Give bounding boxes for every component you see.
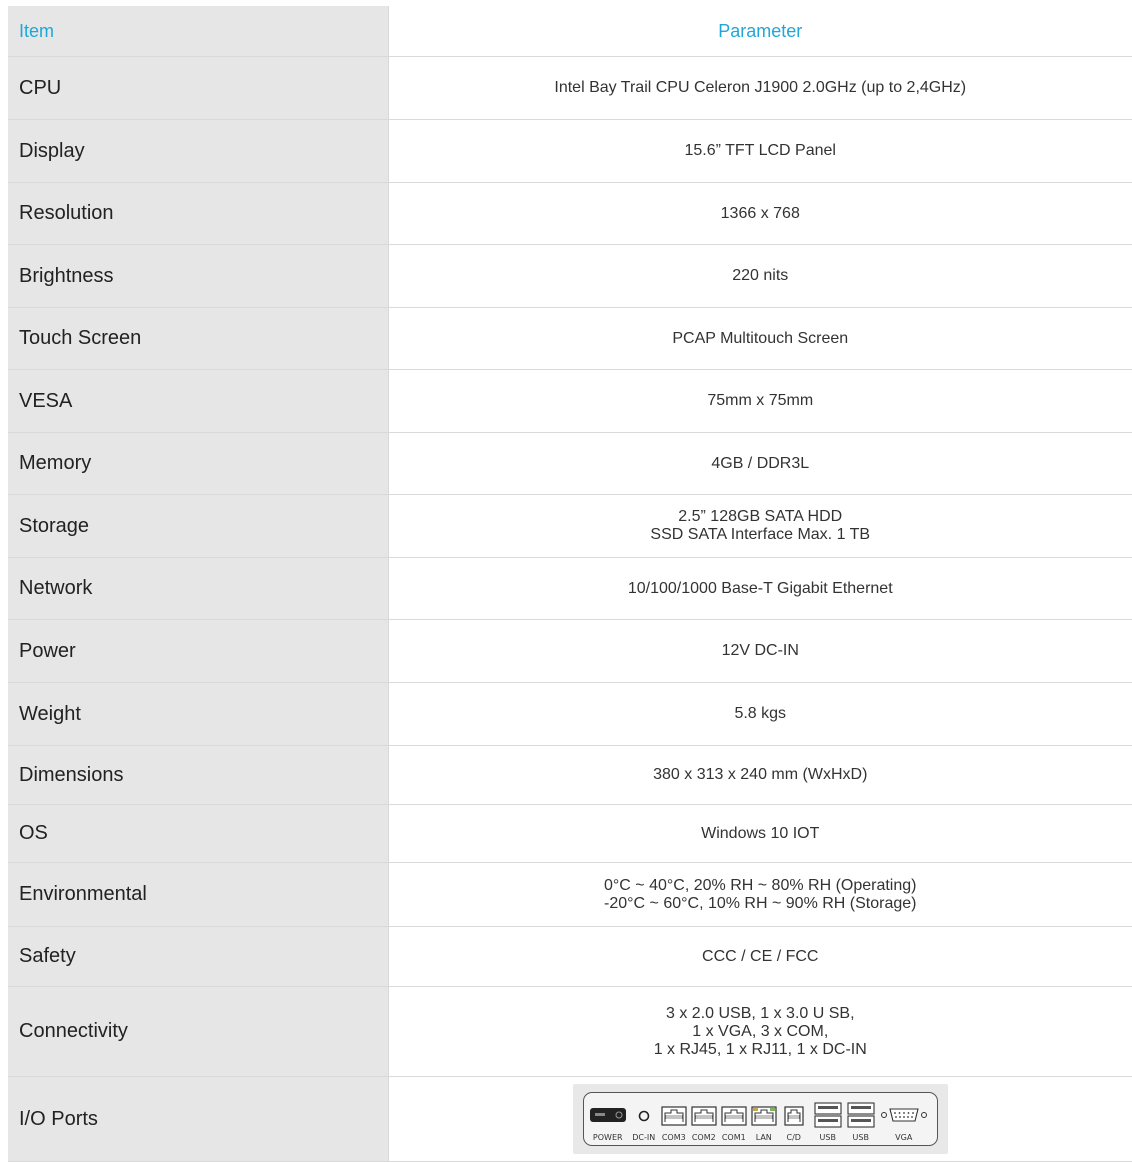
table-row-io-ports: I/O Ports POWER DC-IN COM3 COM2 COM1 LAN C/D USB… (8, 1076, 1132, 1162)
table-row: Dimensions 380 x 313 x 240 mm (WxHxD) (8, 745, 1132, 805)
table-row: Safety CCC / CE / FCC (8, 926, 1132, 987)
spec-parameter-line: 5.8 kgs (734, 705, 787, 722)
spec-parameter-line: Windows 10 IOT (701, 824, 820, 842)
spec-parameter-value: 3 x 2.0 USB, 1 x 3.0 U SB, 1 x VGA, 3 x C… (388, 986, 1132, 1077)
spec-parameter-line: 10/100/1000 Base-T Gigabit Ethernet (627, 579, 893, 597)
spec-item-label: Touch Screen (8, 307, 389, 370)
table-row: Power 12V DC-IN (8, 619, 1132, 683)
spec-item-label: Environmental (8, 862, 389, 927)
cash-drawer-port-icon (784, 1104, 804, 1131)
io-port-label: VGA (895, 1133, 913, 1142)
spec-parameter-line: 4GB / DDR3L (711, 454, 810, 472)
spec-parameter-value: CCC / CE / FCC (388, 926, 1132, 987)
spec-item-label: Safety (8, 926, 389, 987)
table-row: Resolution 1366 x 768 (8, 182, 1132, 245)
spec-parameter-value: 4GB / DDR3L (388, 432, 1132, 495)
spec-parameter-line: -20°C ~ 60°C, 10% RH ~ 90% RH (Storage) (604, 894, 917, 912)
spec-item-label: OS (8, 804, 389, 863)
spec-item-label: Resolution (8, 182, 389, 245)
spec-parameter-value: Intel Bay Trail CPU Celeron J1900 2.0GHz… (388, 56, 1132, 120)
spec-parameter-value: 12V DC-IN (388, 619, 1132, 683)
spec-parameter-value: 220 nits (388, 244, 1132, 308)
spec-item-label: CPU (8, 56, 389, 120)
spec-parameter-line: PCAP Multitouch Screen (672, 329, 849, 347)
spec-parameter-line: 2.5” 128GB SATA HDD (678, 508, 843, 525)
spec-parameter-value: 5.8 kgs (388, 682, 1132, 746)
spec-parameter-value: 0°C ~ 40°C, 20% RH ~ 80% RH (Operating) -… (388, 862, 1132, 927)
io-ports-back-plate: POWER DC-IN COM3 COM2 COM1 LAN C/D USB USB VGA (582, 1092, 938, 1146)
io-ports-panel-image: POWER DC-IN COM3 COM2 COM1 LAN C/D USB USB VGA (572, 1084, 948, 1154)
spec-parameter-line: 1366 x 768 (720, 204, 800, 222)
spec-item-label: Dimensions (8, 745, 389, 805)
spec-parameter-line: 75mm x 75mm (707, 392, 814, 409)
spec-item-label: Weight (8, 682, 389, 746)
power-switch-icon (589, 1107, 627, 1128)
spec-parameter-value: 1366 x 768 (388, 182, 1132, 245)
column-header-item: Item (8, 6, 389, 57)
table-row: OS Windows 10 IOT (8, 804, 1132, 863)
spec-parameter-line: 3 x 2.0 USB, 1 x 3.0 U SB, (665, 1004, 855, 1022)
spec-parameter-value: Windows 10 IOT (388, 804, 1132, 863)
table-row: Display 15.6” TFT LCD Panel (8, 119, 1132, 183)
table-row: Connectivity 3 x 2.0 USB, 1 x 3.0 U SB, 1 … (8, 986, 1132, 1077)
spec-item-label: Network (8, 557, 389, 620)
spec-item-label: VESA (8, 369, 389, 433)
spec-parameter-line: 1 x VGA, 3 x COM, (692, 1022, 829, 1040)
table-header-row: Item Parameter (8, 6, 1132, 57)
lan-port-icon (751, 1104, 777, 1131)
spec-item-label: I/O Ports (8, 1076, 389, 1162)
spec-parameter-line: SSD SATA Interface Max. 1 TB (650, 526, 871, 543)
spec-item-label: Storage (8, 494, 389, 558)
table-row: Memory 4GB / DDR3L (8, 432, 1132, 495)
spec-parameter-line: 15.6” TFT LCD Panel (684, 142, 836, 159)
spec-table-body: CPU Intel Bay Trail CPU Celeron J1900 2.0… (8, 56, 1132, 1162)
spec-item-label: Connectivity (8, 986, 389, 1077)
dc-in-jack-icon (638, 1109, 650, 1127)
vga-port-icon (880, 1106, 928, 1129)
spec-table: Item Parameter CPU Intel Bay Trail CPU Ce… (8, 6, 1132, 1162)
table-row: Environmental 0°C ~ 40°C, 20% RH ~ 80% RH… (8, 862, 1132, 927)
column-header-parameter: Parameter (388, 6, 1132, 57)
spec-item-label: Memory (8, 432, 389, 495)
com-port-icon (661, 1104, 687, 1131)
spec-parameter-value: 2.5” 128GB SATA HDD SSD SATA Interface Ma… (388, 494, 1132, 558)
com-port-icon (721, 1104, 747, 1131)
spec-item-label: Brightness (8, 244, 389, 308)
spec-parameter-line: 12V DC-IN (721, 642, 799, 659)
spec-parameter-line: Intel Bay Trail CPU Celeron J1900 2.0GHz… (554, 79, 967, 96)
spec-parameter-line: CCC / CE / FCC (702, 947, 819, 965)
spec-parameter-line: 1 x RJ45, 1 x RJ11, 1 x DC-IN (653, 1040, 867, 1058)
table-row: Storage 2.5” 128GB SATA HDD SSD SATA Inter… (8, 494, 1132, 558)
spec-parameter-line: 220 nits (732, 267, 789, 284)
spec-parameter-value: 75mm x 75mm (388, 369, 1132, 433)
spec-item-label: Display (8, 119, 389, 183)
table-row: Weight 5.8 kgs (8, 682, 1132, 746)
table-row: CPU Intel Bay Trail CPU Celeron J1900 2.0… (8, 56, 1132, 120)
table-row: Network 10/100/1000 Base-T Gigabit Ethern… (8, 557, 1132, 620)
table-row: Brightness 220 nits (8, 244, 1132, 308)
spec-parameter-line: 0°C ~ 40°C, 20% RH ~ 80% RH (Operating) (604, 876, 917, 894)
spec-parameter-value: 380 x 313 x 240 mm (WxHxD) (388, 745, 1132, 805)
table-row: Touch Screen PCAP Multitouch Screen (8, 307, 1132, 370)
com-port-icon (691, 1104, 717, 1131)
spec-parameter-value: 10/100/1000 Base-T Gigabit Ethernet (388, 557, 1132, 620)
spec-item-label: Power (8, 619, 389, 683)
spec-parameter-value: PCAP Multitouch Screen (388, 307, 1132, 370)
spec-parameter-line: 380 x 313 x 240 mm (WxHxD) (653, 766, 868, 783)
spec-parameter-value: 15.6” TFT LCD Panel (388, 119, 1132, 183)
io-ports-image-cell: POWER DC-IN COM3 COM2 COM1 LAN C/D USB USB VGA (388, 1076, 1132, 1162)
table-row: VESA 75mm x 75mm (8, 369, 1132, 433)
